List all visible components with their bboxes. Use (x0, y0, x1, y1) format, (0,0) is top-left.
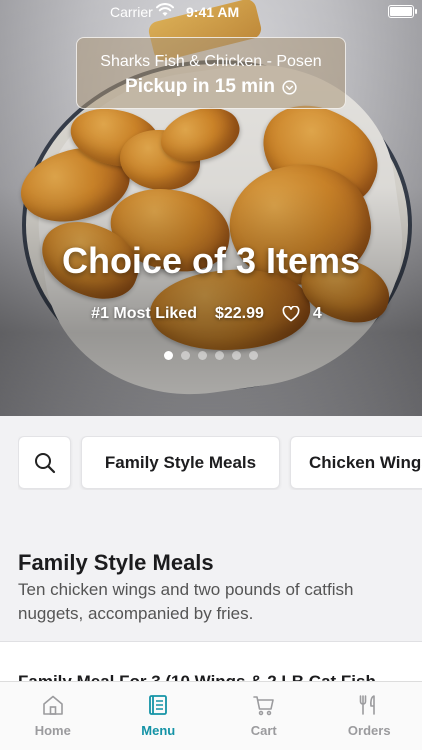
carrier-label: Carrier (110, 4, 153, 20)
search-button[interactable] (18, 436, 71, 489)
tab-home-label: Home (34, 723, 71, 738)
carousel-pagination[interactable] (0, 351, 422, 360)
store-name: Sharks Fish & Chicken - Posen (100, 53, 322, 70)
hero-banner[interactable]: Carrier 9:41 AM Sharks Fish & Chicken - … (0, 0, 422, 416)
section-description: Ten chicken wings and two pounds of catf… (18, 580, 354, 623)
search-icon (34, 452, 55, 473)
tab-home[interactable]: Home (0, 682, 106, 750)
hero-meta: #1 Most Liked $22.99 4 (0, 305, 422, 323)
orders-icon (359, 695, 376, 715)
pickup-time-label: Pickup in 15 min (125, 76, 275, 97)
carousel-dot[interactable] (215, 351, 224, 360)
home-icon (42, 695, 63, 715)
tab-orders-label: Orders (347, 723, 391, 738)
category-chip-family-style-meals[interactable]: Family Style Meals (81, 436, 280, 489)
likes-button[interactable]: 4 (282, 305, 331, 323)
category-chip-chicken-wings[interactable]: Chicken Wings (290, 436, 422, 489)
battery-icon (388, 5, 417, 18)
clock: 9:41 AM (186, 4, 240, 20)
category-bar: Family Style Meals Chicken Wings (18, 436, 422, 490)
hero-title: Choice of 3 Items (61, 240, 361, 281)
carousel-dot[interactable] (232, 351, 241, 360)
carousel-dot[interactable] (249, 351, 258, 360)
tab-cart[interactable]: Cart (211, 682, 317, 750)
tab-menu[interactable]: Menu (106, 682, 212, 750)
menu-icon (149, 695, 168, 715)
status-bar: Carrier 9:41 AM (0, 0, 422, 24)
tab-orders[interactable]: Orders (317, 682, 422, 750)
menu-section: Family Style Meals Ten chicken wings and… (0, 528, 422, 640)
tab-cart-label: Cart (250, 723, 277, 738)
section-title: Family Style Meals (18, 550, 214, 575)
carousel-dot[interactable] (181, 351, 190, 360)
heart-icon (282, 306, 300, 322)
cart-icon (252, 696, 274, 716)
carousel-dot[interactable] (164, 351, 173, 360)
pickup-selector[interactable]: Sharks Fish & Chicken - Posen Pickup in … (76, 37, 346, 109)
rank-label: #1 Most Liked (91, 305, 197, 322)
pickup-time: Pickup in 15 min (125, 76, 297, 98)
carousel-dot[interactable] (198, 351, 207, 360)
likes-count: 4 (312, 305, 322, 322)
tab-bar: Home Menu Cart Orders (0, 681, 422, 750)
wifi-icon (156, 3, 174, 16)
tab-menu-label: Menu (141, 723, 176, 738)
chevron-down-icon (282, 79, 297, 95)
price-label: $22.99 (214, 305, 264, 322)
